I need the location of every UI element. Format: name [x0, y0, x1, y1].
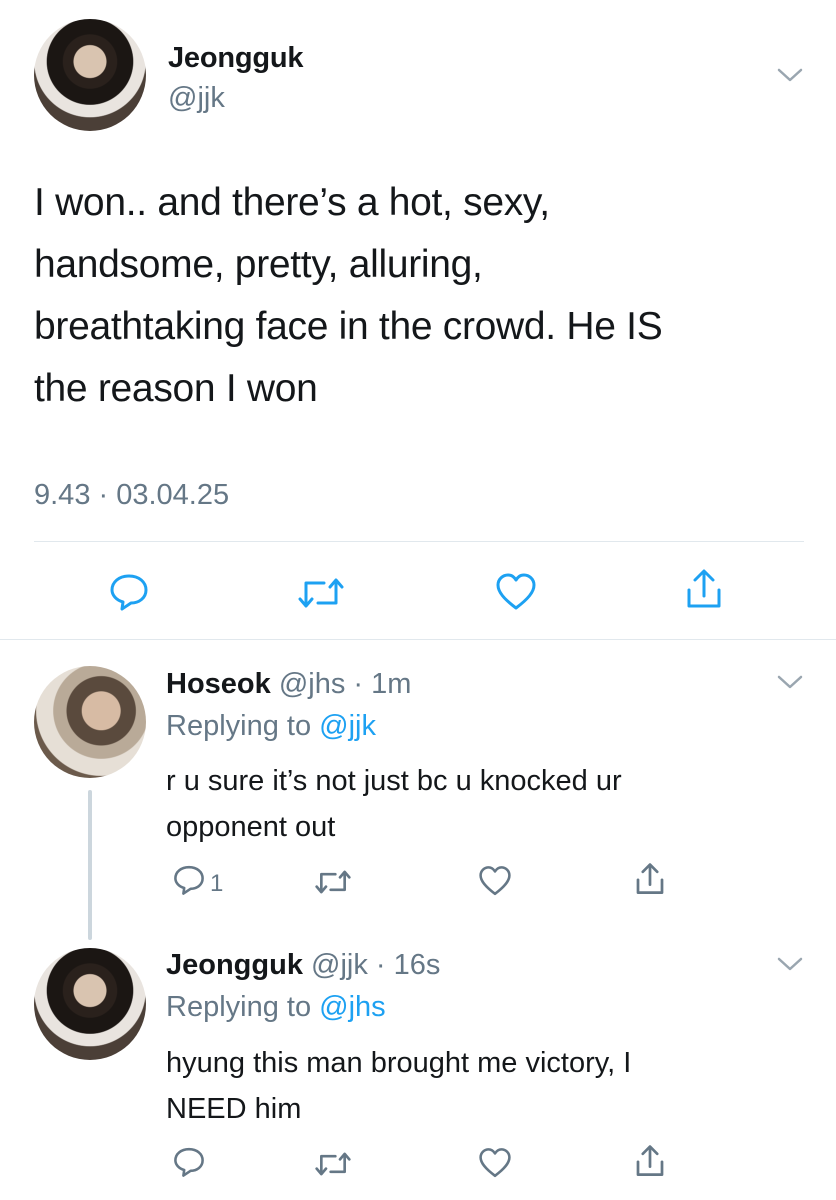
reply-text: hyung this man brought me victory, I NEE…: [166, 1040, 806, 1132]
reply-text-line: r u sure it’s not just bc u knocked ur: [166, 765, 622, 797]
tweet-text-line: handsome, pretty, alluring,: [34, 243, 483, 286]
reply-header: Hoseok @jhs · 1m: [166, 668, 411, 701]
retweet-icon[interactable]: [314, 1150, 352, 1178]
author-name[interactable]: Jeongguk: [168, 42, 304, 75]
retweet-icon[interactable]: [297, 575, 345, 611]
reply-text: r u sure it’s not just bc u knocked ur o…: [166, 758, 806, 850]
replying-to-link[interactable]: @jjk: [319, 710, 376, 742]
reply-icon[interactable]: [172, 1146, 206, 1178]
replying-prefix: Replying to: [166, 991, 312, 1023]
chevron-down-icon[interactable]: [776, 955, 804, 973]
tweet-text: I won.. and there’s a hot, sexy, handsom…: [34, 172, 794, 420]
reply-count: 1: [210, 870, 224, 897]
replying-prefix: Replying to: [166, 710, 312, 742]
share-icon[interactable]: [684, 568, 724, 610]
author-name[interactable]: Jeongguk: [166, 949, 303, 981]
reply-icon[interactable]: [108, 572, 150, 612]
avatar[interactable]: [34, 19, 146, 131]
divider: [0, 639, 836, 640]
thread-line: [88, 790, 92, 940]
tweet-text-line: I won.. and there’s a hot, sexy,: [34, 181, 550, 224]
replying-to: Replying to @jhs: [166, 991, 386, 1024]
reply-text-line: opponent out: [166, 811, 336, 843]
author-handle[interactable]: @jjk: [168, 82, 225, 115]
author-name[interactable]: Hoseok: [166, 668, 271, 700]
replying-to: Replying to @jjk: [166, 710, 376, 743]
share-icon[interactable]: [634, 862, 666, 896]
like-icon[interactable]: [477, 1147, 513, 1179]
tweet-text-line: the reason I won: [34, 367, 318, 410]
reply-header: Jeongguk @jjk · 16s: [166, 949, 440, 982]
reply-text-line: NEED him: [166, 1093, 302, 1125]
tweet-text-line: breathtaking face in the crowd. He IS: [34, 305, 663, 348]
chevron-down-icon[interactable]: [776, 66, 804, 84]
share-icon[interactable]: [634, 1144, 666, 1178]
replying-to-link[interactable]: @jhs: [319, 991, 386, 1023]
tweet-timestamp: 9.43 · 03.04.25: [34, 479, 230, 511]
like-icon[interactable]: [494, 572, 538, 612]
reply-meta: @jhs · 1m: [278, 668, 412, 700]
reply-meta: @jjk · 16s: [311, 949, 441, 981]
retweet-icon[interactable]: [314, 868, 352, 896]
like-icon[interactable]: [477, 865, 513, 897]
reply-text-line: hyung this man brought me victory, I: [166, 1047, 632, 1079]
avatar[interactable]: [34, 948, 146, 1060]
divider: [34, 541, 804, 542]
avatar[interactable]: [34, 666, 146, 778]
reply-icon[interactable]: [172, 864, 206, 896]
chevron-down-icon[interactable]: [776, 673, 804, 691]
